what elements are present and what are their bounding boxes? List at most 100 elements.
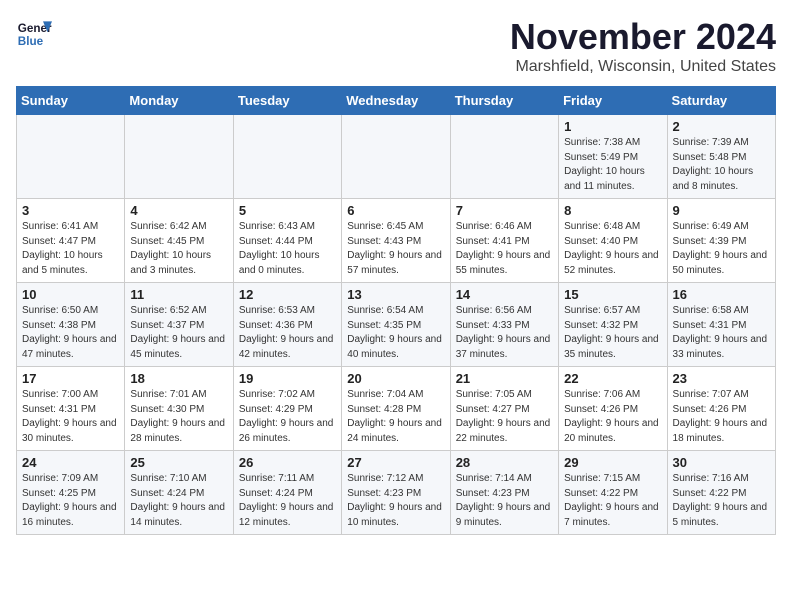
day-number: 28: [456, 455, 553, 470]
calendar-day-header: Sunday: [17, 87, 125, 115]
day-number: 19: [239, 371, 336, 386]
day-info: Sunrise: 7:07 AM Sunset: 4:26 PM Dayligh…: [673, 388, 770, 446]
day-number: 22: [564, 371, 661, 386]
calendar-cell: 6 Sunrise: 6:45 AM Sunset: 4:43 PM Daylig…: [342, 199, 450, 283]
day-info: Sunrise: 7:00 AM Sunset: 4:31 PM Dayligh…: [22, 388, 119, 446]
calendar-week-row: 17 Sunrise: 7:00 AM Sunset: 4:31 PM Dayli…: [17, 367, 776, 451]
header: General Blue November 2024 Marshfield, W…: [16, 16, 776, 76]
day-number: 9: [673, 203, 770, 218]
day-info: Sunrise: 6:52 AM Sunset: 4:37 PM Dayligh…: [130, 304, 227, 362]
calendar-cell: 10Sunrise: 6:50 AM Sunset: 4:38 PM Dayli…: [17, 283, 125, 367]
calendar-week-row: 1 Sunrise: 7:38 AM Sunset: 5:49 PM Daylig…: [17, 115, 776, 199]
day-info: Sunrise: 7:09 AM Sunset: 4:25 PM Dayligh…: [22, 472, 119, 530]
day-number: 6: [347, 203, 444, 218]
calendar-cell: 27 Sunrise: 7:12 AM Sunset: 4:23 PM Dayli…: [342, 451, 450, 535]
day-number: 21: [456, 371, 553, 386]
day-number: 29: [564, 455, 661, 470]
day-info: Sunrise: 7:02 AM Sunset: 4:29 PM Dayligh…: [239, 388, 336, 446]
calendar-cell: 24 Sunrise: 7:09 AM Sunset: 4:25 PM Dayli…: [17, 451, 125, 535]
day-number: 27: [347, 455, 444, 470]
day-number: 8: [564, 203, 661, 218]
calendar-cell: 1 Sunrise: 7:38 AM Sunset: 5:49 PM Daylig…: [559, 115, 667, 199]
calendar-header-row: SundayMondayTuesdayWednesdayThursdayFrid…: [17, 87, 776, 115]
day-info: Sunrise: 6:58 AM Sunset: 4:31 PM Dayligh…: [673, 304, 770, 362]
calendar-cell: 13Sunrise: 6:54 AM Sunset: 4:35 PM Dayli…: [342, 283, 450, 367]
day-number: 25: [130, 455, 227, 470]
day-info: Sunrise: 6:41 AM Sunset: 4:47 PM Dayligh…: [22, 220, 119, 278]
calendar-cell: 7Sunrise: 6:46 AM Sunset: 4:41 PM Daylig…: [450, 199, 558, 283]
day-info: Sunrise: 7:14 AM Sunset: 4:23 PM Dayligh…: [456, 472, 553, 530]
calendar-cell: 23 Sunrise: 7:07 AM Sunset: 4:26 PM Dayli…: [667, 367, 775, 451]
day-info: Sunrise: 6:45 AM Sunset: 4:43 PM Dayligh…: [347, 220, 444, 278]
day-info: Sunrise: 6:56 AM Sunset: 4:33 PM Dayligh…: [456, 304, 553, 362]
day-number: 3: [22, 203, 119, 218]
calendar-cell: 17 Sunrise: 7:00 AM Sunset: 4:31 PM Dayli…: [17, 367, 125, 451]
calendar-cell: 19 Sunrise: 7:02 AM Sunset: 4:29 PM Dayli…: [233, 367, 341, 451]
calendar-day-header: Monday: [125, 87, 233, 115]
day-number: 12: [239, 287, 336, 302]
day-info: Sunrise: 6:43 AM Sunset: 4:44 PM Dayligh…: [239, 220, 336, 278]
day-number: 20: [347, 371, 444, 386]
day-number: 2: [673, 119, 770, 134]
calendar-cell: 3 Sunrise: 6:41 AM Sunset: 4:47 PM Daylig…: [17, 199, 125, 283]
calendar-cell: [450, 115, 558, 199]
calendar-cell: 16 Sunrise: 6:58 AM Sunset: 4:31 PM Dayli…: [667, 283, 775, 367]
calendar-day-header: Wednesday: [342, 87, 450, 115]
day-info: Sunrise: 6:48 AM Sunset: 4:40 PM Dayligh…: [564, 220, 661, 278]
day-number: 14: [456, 287, 553, 302]
day-info: Sunrise: 7:06 AM Sunset: 4:26 PM Dayligh…: [564, 388, 661, 446]
day-info: Sunrise: 6:46 AM Sunset: 4:41 PM Dayligh…: [456, 220, 553, 278]
calendar-day-header: Tuesday: [233, 87, 341, 115]
calendar-cell: 26Sunrise: 7:11 AM Sunset: 4:24 PM Dayli…: [233, 451, 341, 535]
calendar-cell: 28 Sunrise: 7:14 AM Sunset: 4:23 PM Dayli…: [450, 451, 558, 535]
day-info: Sunrise: 6:42 AM Sunset: 4:45 PM Dayligh…: [130, 220, 227, 278]
logo-icon: General Blue: [16, 16, 52, 52]
day-number: 23: [673, 371, 770, 386]
day-number: 17: [22, 371, 119, 386]
calendar-cell: [17, 115, 125, 199]
calendar-cell: 4 Sunrise: 6:42 AM Sunset: 4:45 PM Daylig…: [125, 199, 233, 283]
calendar-day-header: Friday: [559, 87, 667, 115]
location-title: Marshfield, Wisconsin, United States: [510, 58, 776, 76]
calendar-body: 1 Sunrise: 7:38 AM Sunset: 5:49 PM Daylig…: [17, 115, 776, 535]
day-number: 15: [564, 287, 661, 302]
calendar-cell: 8 Sunrise: 6:48 AM Sunset: 4:40 PM Daylig…: [559, 199, 667, 283]
calendar-cell: 30 Sunrise: 7:16 AM Sunset: 4:22 PM Dayli…: [667, 451, 775, 535]
day-number: 1: [564, 119, 661, 134]
day-number: 30: [673, 455, 770, 470]
calendar-cell: 25 Sunrise: 7:10 AM Sunset: 4:24 PM Dayli…: [125, 451, 233, 535]
calendar-cell: [342, 115, 450, 199]
calendar-day-header: Thursday: [450, 87, 558, 115]
day-number: 5: [239, 203, 336, 218]
day-info: Sunrise: 6:50 AM Sunset: 4:38 PM Dayligh…: [22, 304, 119, 362]
day-info: Sunrise: 7:15 AM Sunset: 4:22 PM Dayligh…: [564, 472, 661, 530]
calendar-cell: 20Sunrise: 7:04 AM Sunset: 4:28 PM Dayli…: [342, 367, 450, 451]
day-info: Sunrise: 7:05 AM Sunset: 4:27 PM Dayligh…: [456, 388, 553, 446]
calendar-week-row: 24 Sunrise: 7:09 AM Sunset: 4:25 PM Dayli…: [17, 451, 776, 535]
calendar-week-row: 10Sunrise: 6:50 AM Sunset: 4:38 PM Dayli…: [17, 283, 776, 367]
day-info: Sunrise: 7:16 AM Sunset: 4:22 PM Dayligh…: [673, 472, 770, 530]
day-number: 18: [130, 371, 227, 386]
day-info: Sunrise: 7:12 AM Sunset: 4:23 PM Dayligh…: [347, 472, 444, 530]
day-info: Sunrise: 6:49 AM Sunset: 4:39 PM Dayligh…: [673, 220, 770, 278]
day-number: 11: [130, 287, 227, 302]
calendar-cell: 29 Sunrise: 7:15 AM Sunset: 4:22 PM Dayli…: [559, 451, 667, 535]
day-number: 16: [673, 287, 770, 302]
day-info: Sunrise: 7:10 AM Sunset: 4:24 PM Dayligh…: [130, 472, 227, 530]
svg-text:Blue: Blue: [18, 35, 44, 48]
calendar-cell: 2Sunrise: 7:39 AM Sunset: 5:48 PM Daylig…: [667, 115, 775, 199]
calendar-cell: 12Sunrise: 6:53 AM Sunset: 4:36 PM Dayli…: [233, 283, 341, 367]
day-number: 24: [22, 455, 119, 470]
calendar-table: SundayMondayTuesdayWednesdayThursdayFrid…: [16, 86, 776, 535]
calendar-day-header: Saturday: [667, 87, 775, 115]
calendar-cell: [125, 115, 233, 199]
day-number: 4: [130, 203, 227, 218]
calendar-cell: 21 Sunrise: 7:05 AM Sunset: 4:27 PM Dayli…: [450, 367, 558, 451]
day-info: Sunrise: 7:38 AM Sunset: 5:49 PM Dayligh…: [564, 136, 661, 194]
day-info: Sunrise: 6:54 AM Sunset: 4:35 PM Dayligh…: [347, 304, 444, 362]
day-info: Sunrise: 7:11 AM Sunset: 4:24 PM Dayligh…: [239, 472, 336, 530]
month-title: November 2024: [510, 16, 776, 58]
calendar-cell: 14 Sunrise: 6:56 AM Sunset: 4:33 PM Dayli…: [450, 283, 558, 367]
calendar-cell: 22 Sunrise: 7:06 AM Sunset: 4:26 PM Dayli…: [559, 367, 667, 451]
day-info: Sunrise: 7:01 AM Sunset: 4:30 PM Dayligh…: [130, 388, 227, 446]
